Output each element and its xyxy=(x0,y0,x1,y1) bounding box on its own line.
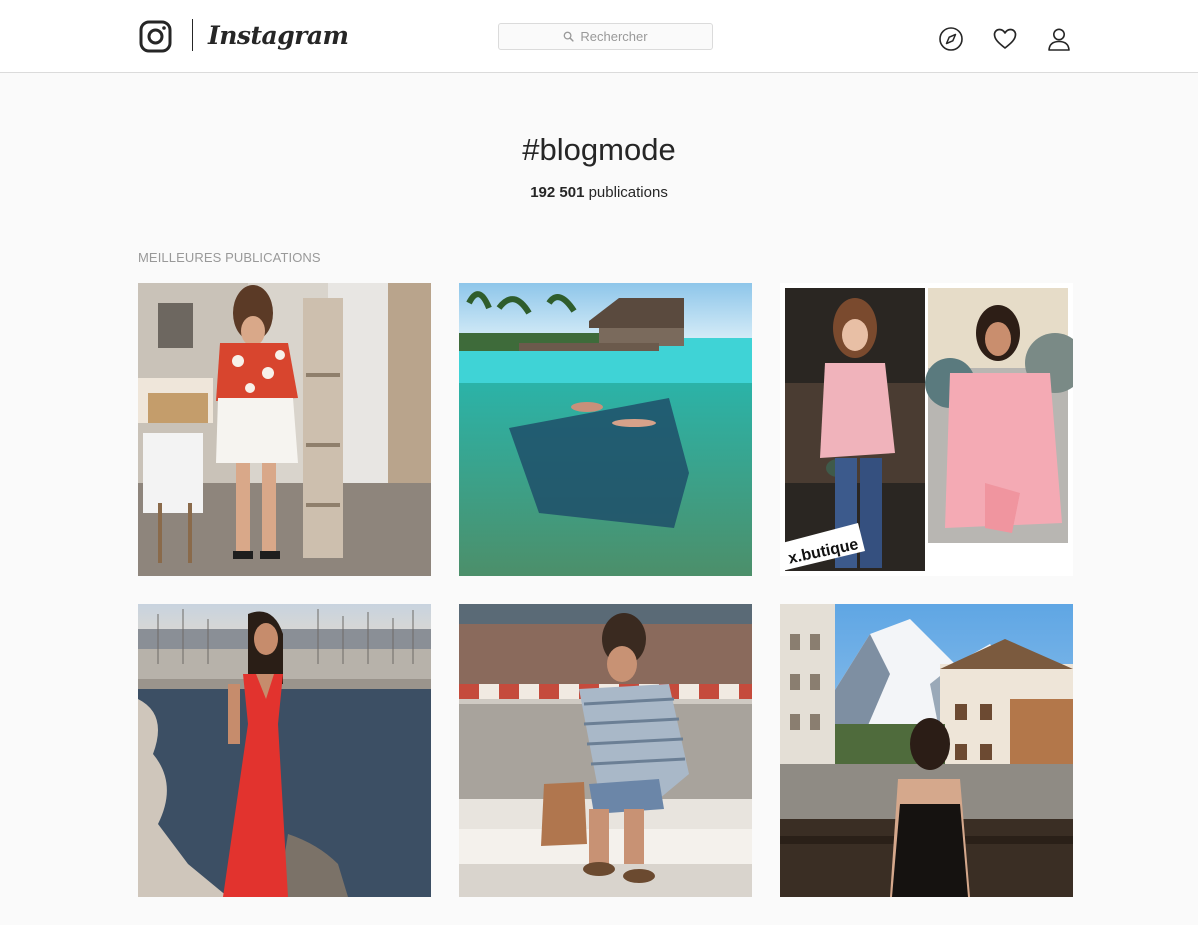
top-navigation-bar: Instagram Rechercher xyxy=(0,0,1198,73)
post-image-woman-on-steps xyxy=(459,604,752,897)
post-thumbnail[interactable] xyxy=(459,283,752,576)
instagram-glyph-icon[interactable] xyxy=(139,20,172,53)
post-count: 192 501 publications xyxy=(0,183,1198,203)
instagram-wordmark[interactable]: Instagram xyxy=(208,18,349,54)
post-count-number: 192 501 xyxy=(530,184,585,201)
explore-compass-icon[interactable] xyxy=(938,26,964,52)
logo-divider xyxy=(192,19,193,51)
post-image-infinity-pool xyxy=(459,283,752,576)
post-image-mountain-village xyxy=(780,604,1073,897)
top-posts-label: MEILLEURES PUBLICATIONS xyxy=(138,250,321,265)
post-thumbnail[interactable]: x.butique xyxy=(780,283,1073,576)
profile-icon[interactable] xyxy=(1046,26,1072,52)
search-placeholder: Rechercher xyxy=(580,29,648,44)
post-image-red-dress-harbour xyxy=(138,604,431,897)
search-icon xyxy=(564,31,575,42)
hashtag-title: #blogmode xyxy=(522,132,676,167)
post-thumbnail[interactable] xyxy=(138,283,431,576)
post-thumbnail[interactable] xyxy=(780,604,1073,897)
post-thumbnail[interactable] xyxy=(459,604,752,897)
post-image-pink-tops-collage: x.butique xyxy=(780,283,1073,576)
post-count-label: publications xyxy=(588,184,668,201)
activity-heart-icon[interactable] xyxy=(992,26,1018,52)
post-thumbnail[interactable] xyxy=(138,604,431,897)
post-image-woman-floral-top xyxy=(138,283,431,576)
search-input[interactable]: Rechercher xyxy=(498,23,713,50)
